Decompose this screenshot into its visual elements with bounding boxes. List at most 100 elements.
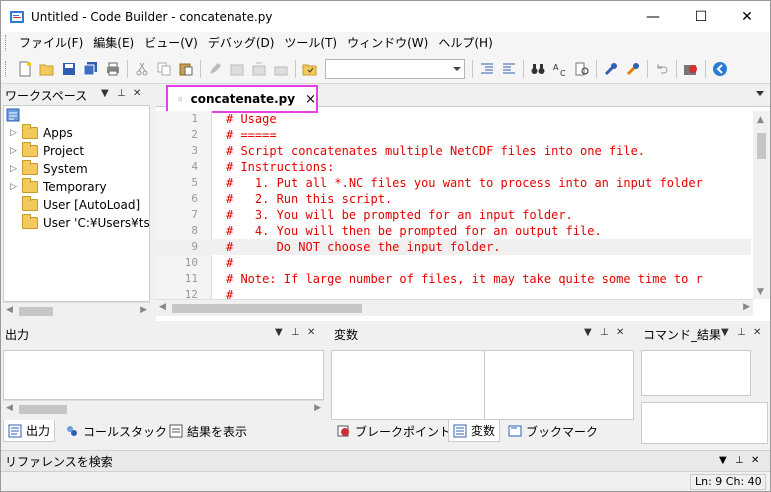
scroll-right-icon[interactable]: ▶ xyxy=(140,305,147,315)
variables-pin-icon[interactable]: ⊥ xyxy=(600,327,609,338)
tree-item-project[interactable]: ▷ Project xyxy=(10,142,84,160)
tree-item-user-autoload[interactable]: User [AutoLoad] xyxy=(10,196,140,214)
reference-close-icon[interactable]: ✕ xyxy=(751,455,759,466)
scrollbar-thumb[interactable] xyxy=(757,133,766,159)
build-button[interactable] xyxy=(601,59,621,79)
paste-button[interactable] xyxy=(176,59,196,79)
reference-dropdown-icon[interactable]: ▼ xyxy=(719,455,727,466)
maximize-button[interactable]: ☐ xyxy=(678,1,724,32)
menu-window[interactable]: ウィンドウ(W) xyxy=(342,33,433,53)
output-text-area[interactable] xyxy=(3,350,324,400)
menu-edit[interactable]: 編集(E) xyxy=(88,33,139,53)
cut-button[interactable] xyxy=(132,59,152,79)
copy-button[interactable] xyxy=(154,59,174,79)
print-button[interactable] xyxy=(103,59,123,79)
code-line: 8 # 4. You will then be prompted for an o… xyxy=(191,224,602,238)
tab-call-stack[interactable]: コールスタック xyxy=(61,420,171,442)
command-results-area[interactable] xyxy=(641,350,751,396)
code-line: 4 # Instructions: xyxy=(191,160,335,174)
scroll-up-icon[interactable]: ▲ xyxy=(757,115,764,125)
scrollbar-thumb[interactable] xyxy=(19,405,67,414)
outdent-button[interactable] xyxy=(499,59,519,79)
command-close-icon[interactable]: ✕ xyxy=(753,327,761,338)
workspace-horizontal-scrollbar[interactable]: ◀ ▶ xyxy=(3,302,150,319)
chevron-right-icon[interactable]: ▷ xyxy=(10,182,20,192)
save-button[interactable] xyxy=(59,59,79,79)
editor-horizontal-scrollbar[interactable]: ◀ ▶ xyxy=(156,299,753,316)
scroll-right-icon[interactable]: ▶ xyxy=(743,302,750,312)
tree-item-temporary[interactable]: ▷ Temporary xyxy=(10,178,107,196)
workspace-close-icon[interactable]: ✕ xyxy=(133,88,141,99)
tab-breakpoints[interactable]: ブレークポイント xyxy=(333,420,455,442)
tab-bookmarks[interactable]: ブックマーク xyxy=(504,420,602,442)
menu-help[interactable]: ヘルプ(H) xyxy=(433,33,497,53)
find-button[interactable] xyxy=(528,59,548,79)
output-dropdown-icon[interactable]: ▼ xyxy=(275,327,283,338)
scroll-right-icon[interactable]: ▶ xyxy=(314,403,321,413)
open-file-button[interactable] xyxy=(37,59,57,79)
reference-search-title: リファレンスを検索 xyxy=(5,454,113,469)
tab-concatenate-py[interactable]: concatenate.py × xyxy=(166,85,318,113)
tab-close-icon[interactable]: × xyxy=(305,92,316,107)
tabs-dropdown-icon[interactable] xyxy=(756,91,764,96)
chevron-right-icon[interactable]: ▷ xyxy=(10,128,20,138)
menu-tools[interactable]: ツール(T) xyxy=(279,33,342,53)
scroll-left-icon[interactable]: ◀ xyxy=(6,403,13,413)
breakpoint-icon xyxy=(337,425,349,437)
new-file-icon xyxy=(19,61,31,76)
menu-debug[interactable]: デバッグ(D) xyxy=(203,33,280,53)
tree-item-apps[interactable]: ▷ Apps xyxy=(10,124,73,142)
toolbar-button-7[interactable] xyxy=(249,59,269,79)
folder-code-icon xyxy=(302,64,317,75)
scrollbar-thumb[interactable] xyxy=(19,307,53,316)
close-window-button[interactable]: ✕ xyxy=(724,1,770,32)
variables-close-icon[interactable]: ✕ xyxy=(616,327,624,338)
menu-view[interactable]: ビュー(V) xyxy=(139,33,203,53)
save-all-button[interactable] xyxy=(81,59,101,79)
output-close-icon[interactable]: ✕ xyxy=(307,327,315,338)
variables-list[interactable] xyxy=(331,350,634,420)
reference-pin-icon[interactable]: ⊥ xyxy=(735,455,744,466)
variables-dropdown-icon[interactable]: ▼ xyxy=(584,327,592,338)
chevron-right-icon[interactable]: ▷ xyxy=(10,164,20,174)
indent-button[interactable] xyxy=(477,59,497,79)
scrollbar-thumb[interactable] xyxy=(172,304,362,313)
scroll-left-icon[interactable]: ◀ xyxy=(6,305,13,315)
open-project-button[interactable] xyxy=(300,59,320,79)
build-all-button[interactable] xyxy=(623,59,643,79)
workspace-dropdown-icon[interactable]: ▼ xyxy=(101,88,109,99)
command-dropdown-icon[interactable]: ▼ xyxy=(721,327,729,338)
tab-variables[interactable]: 変数 xyxy=(448,420,501,442)
toolbar-button-5[interactable] xyxy=(205,59,225,79)
replace-button[interactable]: AC xyxy=(550,59,570,79)
editor-vertical-scrollbar[interactable]: ▲ ▼ xyxy=(753,111,770,299)
workspace-pin-icon[interactable]: ⊥ xyxy=(117,88,126,99)
toolbar-button-8[interactable] xyxy=(271,59,291,79)
scroll-down-icon[interactable]: ▼ xyxy=(757,287,764,297)
scroll-left-icon[interactable]: ◀ xyxy=(159,302,166,312)
command-input[interactable] xyxy=(641,402,768,444)
output-pin-icon[interactable]: ⊥ xyxy=(291,327,300,338)
toolbar-button-6[interactable] xyxy=(227,59,247,79)
tree-item-system[interactable]: ▷ System xyxy=(10,160,88,178)
new-file-button[interactable] xyxy=(15,59,35,79)
code-area[interactable]: 1 # Usage 2 # ===== 3 # Script concatenates… xyxy=(156,111,751,299)
menu-grip[interactable] xyxy=(5,35,8,51)
chevron-right-icon[interactable]: ▷ xyxy=(10,146,20,156)
find-files-icon xyxy=(575,62,589,75)
workspace-root-icon[interactable] xyxy=(6,108,20,122)
toolbar-grip[interactable] xyxy=(5,60,8,77)
tree-item-user-path[interactable]: User 'C:¥Users¥tsuk xyxy=(10,214,149,232)
undo-button[interactable] xyxy=(652,59,672,79)
menu-file[interactable]: ファイル(F) xyxy=(14,33,88,53)
find-in-files-button[interactable] xyxy=(572,59,592,79)
command-pin-icon[interactable]: ⊥ xyxy=(737,327,746,338)
minimize-button[interactable]: — xyxy=(630,1,676,32)
back-button[interactable] xyxy=(710,59,730,79)
tab-show-results[interactable]: 結果を表示 xyxy=(165,420,251,442)
column-divider[interactable] xyxy=(484,351,485,419)
tab-output[interactable]: 出力 xyxy=(3,420,56,442)
toolbar-combo[interactable] xyxy=(325,58,465,79)
output-horizontal-scrollbar[interactable]: ◀ ▶ xyxy=(3,400,324,417)
stop-button[interactable] xyxy=(681,59,701,79)
